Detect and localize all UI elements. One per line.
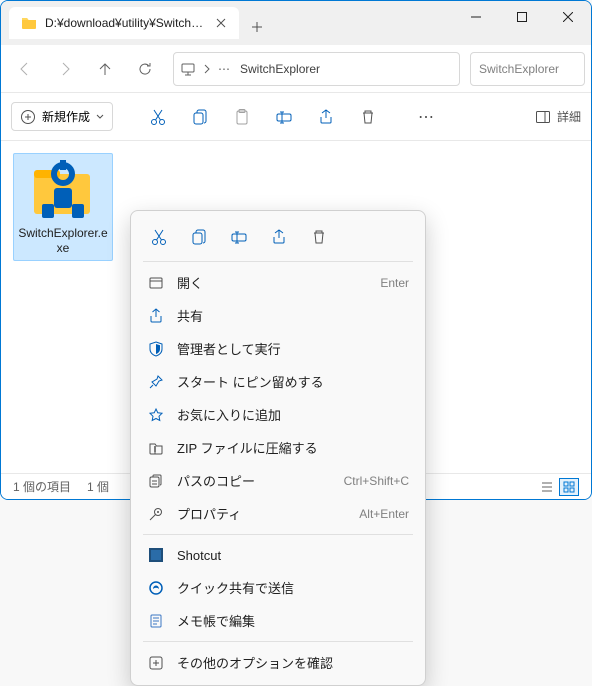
ctx-item-label: パスのコピー (177, 471, 332, 490)
details-pane-button[interactable]: 詳細 (535, 108, 581, 125)
chevron-right-icon[interactable] (202, 64, 212, 74)
paste-button[interactable] (223, 99, 261, 135)
copypath-icon (147, 472, 165, 490)
pc-icon (180, 61, 196, 77)
ctx-item-share[interactable]: 共有 (137, 299, 419, 332)
ctx-item-notepad[interactable]: メモ帳で編集 (137, 604, 419, 637)
zip-icon (147, 439, 165, 457)
ctx-item-label: スタート にピン留めする (177, 372, 409, 391)
ctx-cut-button[interactable] (141, 221, 177, 253)
star-icon (147, 406, 165, 424)
ellipsis-icon[interactable]: ⋯ (218, 62, 230, 76)
more-options-icon (147, 654, 165, 672)
details-icon (535, 109, 551, 125)
quickshare-icon (147, 579, 165, 597)
search-input[interactable]: SwitchExplorer (470, 52, 585, 86)
ctx-item-quickshare[interactable]: クイック共有で送信 (137, 571, 419, 604)
ctx-item-open[interactable]: 開く Enter (137, 266, 419, 299)
ctx-item-label: その他のオプションを確認 (177, 653, 409, 672)
folder-icon (21, 15, 37, 31)
nav-bar: ⋯ SwitchExplorer SwitchExplorer (1, 45, 591, 93)
tab-strip: D:¥download¥utility¥SwitchEx (1, 1, 453, 39)
cut-button[interactable] (139, 99, 177, 135)
breadcrumb[interactable]: SwitchExplorer (236, 60, 324, 78)
admin-icon (147, 340, 165, 358)
delete-button[interactable] (349, 99, 387, 135)
new-tab-button[interactable] (239, 7, 275, 39)
search-placeholder: SwitchExplorer (479, 62, 559, 76)
new-button[interactable]: 新規作成 (11, 102, 113, 131)
ctx-item-label: 開く (177, 273, 368, 292)
up-button[interactable] (87, 51, 123, 87)
ctx-item-label: お気に入りに追加 (177, 405, 409, 424)
copy-button[interactable] (181, 99, 219, 135)
ctx-item-admin[interactable]: 管理者として実行 (137, 332, 419, 365)
add-circle-icon (20, 109, 36, 125)
ctx-item-star[interactable]: お気に入りに追加 (137, 398, 419, 431)
back-button[interactable] (7, 51, 43, 87)
separator (143, 641, 413, 642)
context-quick-actions (137, 217, 419, 257)
ctx-item-copypath[interactable]: パスのコピー Ctrl+Shift+C (137, 464, 419, 497)
ctx-item-label: Shotcut (177, 548, 409, 563)
separator (143, 534, 413, 535)
share-icon (147, 307, 165, 325)
item-count: 1 個の項目 (13, 478, 71, 495)
more-button[interactable]: ⋯ (407, 99, 445, 135)
ctx-delete-button[interactable] (301, 221, 337, 253)
close-button[interactable] (545, 1, 591, 33)
chevron-down-icon (96, 113, 104, 121)
details-label: 詳細 (557, 108, 581, 125)
ctx-item-pin[interactable]: スタート にピン留めする (137, 365, 419, 398)
ctx-accelerator: Alt+Enter (359, 507, 409, 521)
ctx-rename-button[interactable] (221, 221, 257, 253)
app-icon (23, 158, 103, 222)
command-bar: 新規作成 ⋯ 詳細 (1, 93, 591, 141)
icons-view-button[interactable] (559, 478, 579, 496)
props-icon (147, 505, 165, 523)
ctx-item-label: メモ帳で編集 (177, 611, 409, 630)
ctx-item-zip[interactable]: ZIP ファイルに圧縮する (137, 431, 419, 464)
ctx-item-label: クイック共有で送信 (177, 578, 409, 597)
rename-button[interactable] (265, 99, 303, 135)
new-label: 新規作成 (42, 108, 90, 125)
ctx-share-button[interactable] (261, 221, 297, 253)
ctx-accelerator: Enter (380, 276, 409, 290)
ctx-item-label: 管理者として実行 (177, 339, 409, 358)
ctx-item-label: プロパティ (177, 504, 347, 523)
tab-label: D:¥download¥utility¥SwitchEx (45, 16, 205, 30)
active-tab[interactable]: D:¥download¥utility¥SwitchEx (9, 7, 239, 39)
maximize-button[interactable] (499, 1, 545, 33)
address-bar[interactable]: ⋯ SwitchExplorer (173, 52, 460, 86)
selected-count: 1 個 (87, 478, 109, 495)
pin-icon (147, 373, 165, 391)
ctx-item-label: ZIP ファイルに圧縮する (177, 438, 409, 457)
title-bar: D:¥download¥utility¥SwitchEx (1, 1, 591, 45)
ctx-accelerator: Ctrl+Shift+C (344, 474, 409, 488)
shotcut-icon (147, 546, 165, 564)
ctx-more-options[interactable]: その他のオプションを確認 (137, 646, 419, 679)
notepad-icon (147, 612, 165, 630)
file-item[interactable]: SwitchExplorer.exe (13, 153, 113, 261)
ctx-copy-button[interactable] (181, 221, 217, 253)
refresh-button[interactable] (127, 51, 163, 87)
share-button[interactable] (307, 99, 345, 135)
ctx-item-shotcut[interactable]: Shotcut (137, 539, 419, 571)
tab-close-button[interactable] (213, 15, 229, 31)
forward-button[interactable] (47, 51, 83, 87)
separator (143, 261, 413, 262)
ctx-item-label: 共有 (177, 306, 409, 325)
details-view-button[interactable] (537, 478, 557, 496)
file-name: SwitchExplorer.exe (18, 226, 108, 256)
window-controls (453, 1, 591, 33)
minimize-button[interactable] (453, 1, 499, 33)
open-icon (147, 274, 165, 292)
ctx-item-props[interactable]: プロパティ Alt+Enter (137, 497, 419, 530)
context-menu: 開く Enter 共有管理者として実行スタート にピン留めするお気に入りに追加 ZIP… (130, 210, 426, 686)
